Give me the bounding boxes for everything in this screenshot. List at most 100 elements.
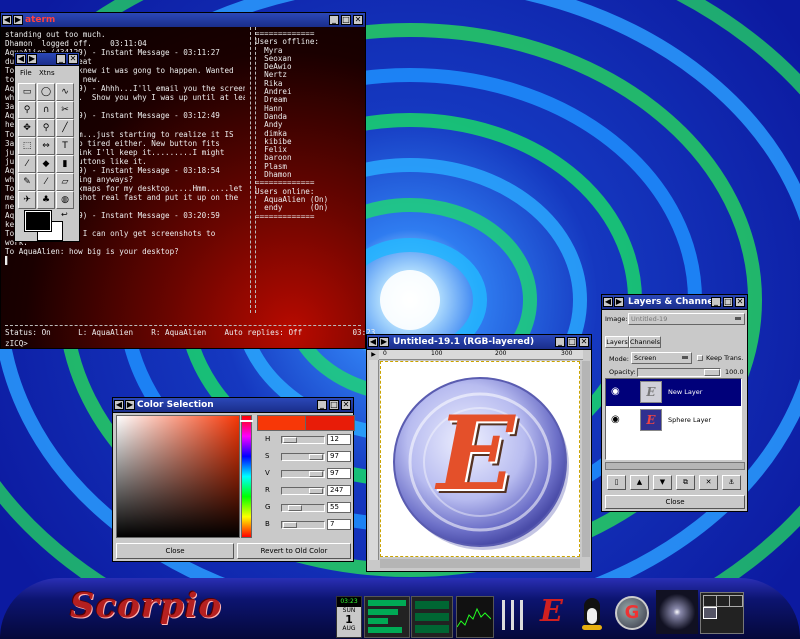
- color-selection-titlebar[interactable]: ◀ ▶ Color Selection _ □ ✕: [113, 398, 353, 413]
- pager-desk[interactable]: [716, 595, 730, 607]
- menu-xtns[interactable]: Xtns: [39, 66, 55, 80]
- rect-select-icon[interactable]: ▭: [18, 83, 36, 101]
- eye-visibility-icon[interactable]: ◉: [611, 387, 620, 397]
- channel-slider[interactable]: [281, 470, 325, 478]
- network-graph-widget[interactable]: [456, 596, 494, 638]
- gradient-icon[interactable]: ▮: [56, 155, 74, 173]
- channel-value-field[interactable]: 247: [327, 485, 351, 496]
- horizontal-ruler[interactable]: 0 100 200 300: [379, 350, 583, 360]
- channel-value-field[interactable]: 97: [327, 451, 351, 462]
- window-shade-button[interactable]: ▶: [27, 54, 37, 64]
- clone-icon[interactable]: ♣: [37, 191, 55, 209]
- window-menu-button[interactable]: ◀: [16, 54, 26, 64]
- bucket-fill-icon[interactable]: ◆: [37, 155, 55, 173]
- channel-slider-knob[interactable]: [309, 454, 323, 460]
- window-shade-button[interactable]: ▶: [13, 15, 23, 25]
- maximize-button[interactable]: □: [723, 297, 733, 307]
- image-select[interactable]: Untitled-19: [628, 313, 745, 325]
- close-button[interactable]: ✕: [68, 54, 78, 64]
- channel-slider-knob[interactable]: [309, 488, 323, 494]
- menu-arrow-button[interactable]: ▶: [369, 350, 378, 359]
- layer-row[interactable]: ◉ E Sphere Layer: [606, 407, 741, 434]
- layers-titlebar[interactable]: ◀ ▶ Layers & Channels _ □ ✕: [602, 295, 747, 310]
- layer-list[interactable]: ◉ E New Layer ◉ E Sphere Layer: [605, 378, 742, 460]
- channel-slider[interactable]: [281, 453, 325, 461]
- pager-desk[interactable]: [703, 595, 717, 607]
- layer-list-scrollbar[interactable]: [605, 462, 745, 470]
- eye-visibility-icon[interactable]: ◉: [611, 415, 620, 425]
- mode-select[interactable]: Screen: [631, 352, 692, 364]
- command-prompt[interactable]: zICQ>: [5, 340, 28, 348]
- channel-value-field[interactable]: 97: [327, 468, 351, 479]
- close-button[interactable]: Close: [605, 495, 745, 509]
- minimize-button[interactable]: _: [317, 400, 327, 410]
- window-menu-button[interactable]: ◀: [2, 15, 12, 25]
- system-monitor-widget[interactable]: [364, 596, 410, 638]
- mixer-slider[interactable]: [520, 600, 523, 630]
- convolve-icon[interactable]: ◍: [56, 191, 74, 209]
- transform-icon[interactable]: ⬚: [18, 137, 36, 155]
- channel-slider[interactable]: [281, 487, 325, 495]
- old-color-swatch[interactable]: [305, 415, 355, 431]
- channel-slider[interactable]: [281, 436, 325, 444]
- lasso-icon[interactable]: ∿: [56, 83, 74, 101]
- raise-layer-button[interactable]: ▲: [630, 475, 649, 490]
- paintbrush-icon[interactable]: ⁄: [37, 173, 55, 191]
- delete-layer-button[interactable]: ✕: [699, 475, 718, 490]
- lower-layer-button[interactable]: ▼: [653, 475, 672, 490]
- gimp-icon[interactable]: G: [615, 596, 649, 630]
- minimize-button[interactable]: _: [555, 337, 565, 347]
- color-picker-icon[interactable]: ⁄: [18, 155, 36, 173]
- channel-slider-knob[interactable]: [288, 505, 302, 511]
- channel-slider-knob[interactable]: [283, 522, 297, 528]
- duplicate-layer-button[interactable]: ⧉: [676, 475, 695, 490]
- tab-layers[interactable]: Layers: [605, 336, 629, 348]
- pager-desk-active[interactable]: [703, 607, 717, 619]
- window-shade-button[interactable]: ▶: [614, 297, 624, 307]
- magic-wand-icon[interactable]: ⚲: [18, 101, 36, 119]
- close-button[interactable]: ✕: [579, 337, 589, 347]
- anchor-layer-button[interactable]: ⚓: [722, 475, 741, 490]
- crop-icon[interactable]: ╱: [56, 119, 74, 137]
- channel-slider-knob[interactable]: [283, 437, 297, 443]
- mixer-slider[interactable]: [511, 600, 514, 630]
- layers-channels-window[interactable]: ◀ ▶ Layers & Channels _ □ ✕ Image: Untit…: [601, 294, 748, 512]
- pager-widget[interactable]: [700, 592, 744, 634]
- keep-trans-checkbox[interactable]: [697, 355, 703, 361]
- pencil-icon[interactable]: ✎: [18, 173, 36, 191]
- minimize-button[interactable]: _: [329, 15, 339, 25]
- window-shade-button[interactable]: ▶: [379, 337, 389, 347]
- revert-color-button[interactable]: Revert to Old Color: [237, 543, 351, 559]
- bezier-select-icon[interactable]: ∩: [37, 101, 55, 119]
- tux-penguin-icon[interactable]: [578, 598, 606, 632]
- close-button[interactable]: ✕: [735, 297, 745, 307]
- toolbox-titlebar[interactable]: ◀ ▶ _ ✕: [15, 53, 79, 66]
- opacity-slider[interactable]: [637, 368, 721, 377]
- image-canvas[interactable]: E: [380, 361, 580, 557]
- move-icon[interactable]: ✥: [18, 119, 36, 137]
- channel-value-field[interactable]: 55: [327, 502, 351, 513]
- image-window[interactable]: ◀ ▶ Untitled-19.1 (RGB-layered) _ □ ✕ 0 …: [366, 334, 592, 572]
- window-shade-button[interactable]: ▶: [125, 400, 135, 410]
- menu-file[interactable]: File: [20, 66, 32, 80]
- color-selection-window[interactable]: ◀ ▶ Color Selection _ □ ✕ H 12 S 97 V 97 R 247 G…: [112, 397, 355, 562]
- ellipse-select-icon[interactable]: ◯: [37, 83, 55, 101]
- horizontal-scrollbar[interactable]: [380, 559, 580, 568]
- window-menu-button[interactable]: ◀: [603, 297, 613, 307]
- channel-value-field[interactable]: 12: [327, 434, 351, 445]
- minimize-button[interactable]: _: [711, 297, 721, 307]
- maximize-button[interactable]: □: [567, 337, 577, 347]
- image-titlebar[interactable]: ◀ ▶ Untitled-19.1 (RGB-layered) _ □ ✕: [367, 335, 591, 350]
- hue-strip[interactable]: [240, 415, 253, 538]
- color-swatches[interactable]: ↩: [23, 210, 73, 241]
- window-menu-button[interactable]: ◀: [114, 400, 124, 410]
- channel-slider[interactable]: [281, 504, 325, 512]
- vertical-scrollbar[interactable]: [582, 361, 590, 557]
- mixer-widget[interactable]: [498, 600, 530, 634]
- saturation-value-picker[interactable]: [116, 415, 240, 538]
- close-button[interactable]: Close: [116, 543, 234, 559]
- channel-slider-knob[interactable]: [309, 471, 323, 477]
- minimize-button[interactable]: _: [56, 54, 66, 64]
- window-menu-button[interactable]: ◀: [368, 337, 378, 347]
- tab-channels[interactable]: Channels: [629, 336, 661, 348]
